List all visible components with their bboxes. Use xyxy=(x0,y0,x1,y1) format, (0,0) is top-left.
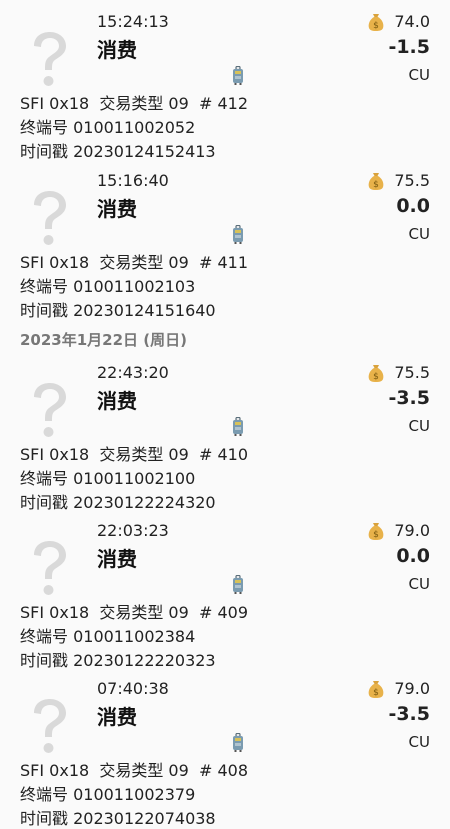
balance-value: 74.0 xyxy=(394,12,430,31)
question-mark-icon xyxy=(34,541,66,595)
transaction-time: 07:40:38 xyxy=(97,679,169,698)
currency-label: CU xyxy=(408,417,430,435)
balance-value: 79.0 xyxy=(394,521,430,540)
timestamp-line: 时间戳 20230122220323 xyxy=(20,651,216,670)
transaction-type: 消费 xyxy=(97,547,137,571)
money-bag-icon: $ xyxy=(368,365,384,382)
transaction-time: 15:24:13 xyxy=(97,12,169,31)
luggage-icon xyxy=(233,66,243,85)
terminal-number-line: 终端号 010011002103 xyxy=(20,277,196,296)
terminal-number-line: 终端号 010011002100 xyxy=(20,469,196,488)
date-section-header: 2023年1月22日 (周日) xyxy=(20,331,187,349)
luggage-icon xyxy=(233,733,243,752)
transaction-sfi-line: SFI 0x18 交易类型 09 # 411 xyxy=(20,253,248,272)
timestamp-line: 时间戳 20230122224320 xyxy=(20,493,216,512)
transaction-type: 消费 xyxy=(97,38,137,62)
money-bag-icon: $ xyxy=(368,14,384,31)
transaction-time: 22:03:23 xyxy=(97,521,169,540)
money-bag-icon: $ xyxy=(368,173,384,190)
svg-text:$: $ xyxy=(373,372,379,382)
balance-value: 75.5 xyxy=(394,363,430,382)
transaction-time: 22:43:20 xyxy=(97,363,169,382)
terminal-number-line: 终端号 010011002052 xyxy=(20,118,196,137)
amount-value: -3.5 xyxy=(388,387,430,409)
terminal-number-line: 终端号 010011002384 xyxy=(20,627,196,646)
currency-label: CU xyxy=(408,575,430,593)
transaction-item[interactable]: 15:24:13 消费 $ 74.0 -1.5 CU SFI 0x18 交易类型… xyxy=(0,12,450,170)
question-mark-icon xyxy=(34,191,66,245)
currency-label: CU xyxy=(408,66,430,84)
transaction-time: 15:16:40 xyxy=(97,171,169,190)
luggage-icon xyxy=(233,575,243,594)
money-bag-icon: $ xyxy=(368,523,384,540)
transaction-list: 15:24:13 消费 $ 74.0 -1.5 CU SFI 0x18 交易类型… xyxy=(0,0,450,829)
transaction-sfi-line: SFI 0x18 交易类型 09 # 409 xyxy=(20,603,248,622)
transaction-item[interactable]: 22:43:20 消费 $ 75.5 -3.5 CU SFI 0x18 交易类型… xyxy=(0,363,450,521)
timestamp-line: 时间戳 20230124152413 xyxy=(20,142,216,161)
question-mark-icon xyxy=(34,383,66,437)
balance-value: 75.5 xyxy=(394,171,430,190)
transaction-item[interactable]: 22:03:23 消费 $ 79.0 0.0 CU SFI 0x18 交易类型 … xyxy=(0,521,450,679)
transaction-type: 消费 xyxy=(97,389,137,413)
transaction-sfi-line: SFI 0x18 交易类型 09 # 410 xyxy=(20,445,248,464)
amount-value: -3.5 xyxy=(388,703,430,725)
transaction-sfi-line: SFI 0x18 交易类型 09 # 412 xyxy=(20,94,248,113)
terminal-number-line: 终端号 010011002379 xyxy=(20,785,196,804)
balance-value: 79.0 xyxy=(394,679,430,698)
transaction-type: 消费 xyxy=(97,705,137,729)
timestamp-line: 时间戳 20230124151640 xyxy=(20,301,216,320)
transaction-type: 消费 xyxy=(97,197,137,221)
luggage-icon xyxy=(233,225,243,244)
svg-text:$: $ xyxy=(373,180,379,190)
svg-text:$: $ xyxy=(373,530,379,540)
question-mark-icon xyxy=(34,699,66,753)
timestamp-line: 时间戳 20230122074038 xyxy=(20,809,216,828)
transaction-sfi-line: SFI 0x18 交易类型 09 # 408 xyxy=(20,761,248,780)
amount-value: 0.0 xyxy=(396,545,430,567)
amount-value: 0.0 xyxy=(396,195,430,217)
svg-text:$: $ xyxy=(373,688,379,698)
currency-label: CU xyxy=(408,733,430,751)
money-bag-icon: $ xyxy=(368,681,384,698)
amount-value: -1.5 xyxy=(388,36,430,58)
transaction-item[interactable]: 07:40:38 消费 $ 79.0 -3.5 CU SFI 0x18 交易类型… xyxy=(0,679,450,829)
currency-label: CU xyxy=(408,225,430,243)
svg-text:$: $ xyxy=(373,21,379,31)
transaction-item[interactable]: 15:16:40 消费 $ 75.5 0.0 CU SFI 0x18 交易类型 … xyxy=(0,171,450,329)
question-mark-icon xyxy=(34,32,66,86)
luggage-icon xyxy=(233,417,243,436)
